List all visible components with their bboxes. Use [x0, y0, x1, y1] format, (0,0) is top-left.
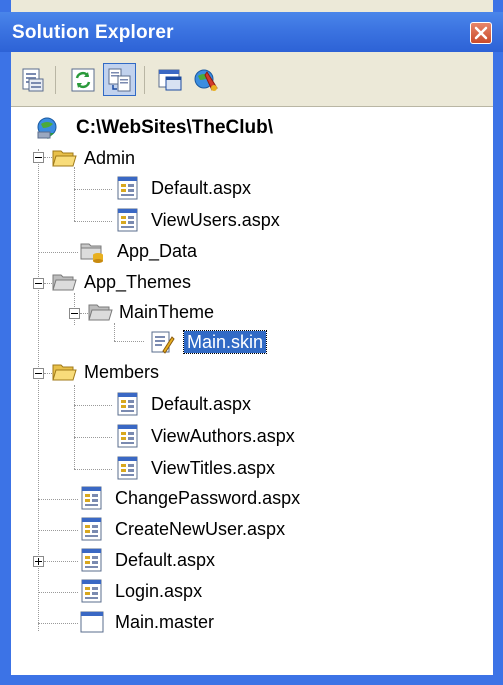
tree-item-label: ChangePassword.aspx	[115, 488, 301, 508]
aspx-file-icon	[117, 424, 138, 448]
window-frame-left	[0, 0, 11, 685]
tree-item-file[interactable]: CreateNewUser.aspx	[11, 514, 481, 544]
close-icon	[474, 26, 488, 40]
window-title: Solution Explorer	[12, 22, 174, 43]
app-data-folder-icon	[80, 243, 103, 263]
properties-button[interactable]	[19, 66, 47, 94]
folder-open-icon	[88, 304, 113, 321]
tree-item-label: ViewTitles.aspx	[151, 458, 276, 478]
close-button[interactable]	[470, 22, 492, 44]
tree-item-file-selected[interactable]: Main.skin	[11, 327, 481, 357]
tree-item-label: Admin	[84, 148, 136, 168]
window-frame-bottom	[0, 674, 503, 685]
folder-open-icon	[52, 364, 77, 381]
aspx-file-icon	[117, 208, 138, 232]
tree-item-label: MainTheme	[119, 302, 215, 322]
window-frame-right	[493, 0, 503, 685]
tree-item-label: App_Data	[117, 241, 198, 261]
aspx-file-icon	[117, 456, 138, 480]
tree-item-label: ViewUsers.aspx	[151, 210, 280, 230]
properties-icon	[22, 68, 44, 92]
aspx-file-icon	[81, 579, 102, 603]
tree-item-label: C:\WebSites\TheClub\	[76, 117, 274, 138]
tree-item-file[interactable]: ViewTitles.aspx	[11, 453, 481, 483]
master-page-icon	[80, 611, 104, 633]
aspx-file-icon	[81, 517, 102, 541]
tree-item-label: Default.aspx	[151, 178, 252, 198]
nest-related-files-button[interactable]	[103, 63, 136, 96]
tree-item-file[interactable]: ViewUsers.aspx	[11, 205, 481, 235]
title-bar[interactable]: Solution Explorer	[0, 12, 503, 52]
folder-open-icon	[52, 274, 77, 291]
tree-item-folder-admin[interactable]: Admin	[11, 143, 481, 173]
view-designer-icon	[158, 69, 182, 91]
tree-item-file[interactable]: Login.aspx	[11, 576, 481, 606]
view-designer-button[interactable]	[156, 66, 184, 94]
refresh-button[interactable]	[69, 66, 97, 94]
tree-item-label: Default.aspx	[115, 550, 216, 570]
tree-item-file[interactable]: Default.aspx	[11, 173, 481, 203]
nest-related-files-icon	[108, 68, 131, 92]
tree-item-label: CreateNewUser.aspx	[115, 519, 286, 539]
tree-item-label: Members	[84, 362, 160, 382]
tree-item-folder-maintheme[interactable]: MainTheme	[11, 297, 481, 327]
solution-tree[interactable]: C:\WebSites\TheClub\ Admin Default.aspx	[11, 106, 493, 675]
tree-item-label: Default.aspx	[151, 394, 252, 414]
tree-item-file[interactable]: ChangePassword.aspx	[11, 483, 481, 513]
toolbar	[11, 52, 493, 106]
toolbar-separator	[55, 66, 56, 94]
aspx-file-icon	[81, 486, 102, 510]
tree-item-label: Login.aspx	[115, 581, 203, 601]
asp-net-configuration-button[interactable]	[192, 66, 220, 94]
tree-item-file[interactable]: Default.aspx	[11, 389, 481, 419]
toolbar-separator	[144, 66, 145, 94]
tree-item-file[interactable]: Main.master	[11, 607, 481, 637]
tree-item-file[interactable]: Default.aspx	[11, 545, 481, 575]
tree-item-label: ViewAuthors.aspx	[151, 426, 295, 446]
tree-item-folder-members[interactable]: Members	[11, 357, 481, 387]
tree-item-project-root[interactable]: C:\WebSites\TheClub\	[11, 113, 481, 143]
aspx-file-icon	[117, 176, 138, 200]
aspx-file-icon	[117, 392, 138, 416]
solution-explorer-window: Solution Explorer C:\WebSites\TheClub\ A…	[0, 0, 503, 685]
tree-item-folder-app-data[interactable]: App_Data	[11, 236, 481, 266]
refresh-icon	[71, 68, 95, 92]
tree-item-file[interactable]: ViewAuthors.aspx	[11, 421, 481, 451]
tree-item-label: Main.skin	[182, 330, 268, 354]
tree-item-label: Main.master	[115, 612, 215, 632]
aspx-file-icon	[81, 548, 102, 572]
tree-item-folder-app-themes[interactable]: App_Themes	[11, 267, 481, 297]
skin-file-icon	[151, 331, 175, 354]
web-project-icon	[37, 117, 57, 139]
folder-open-icon	[52, 150, 77, 167]
tree-item-label: App_Themes	[84, 272, 192, 292]
asp-net-configuration-icon	[194, 69, 218, 91]
